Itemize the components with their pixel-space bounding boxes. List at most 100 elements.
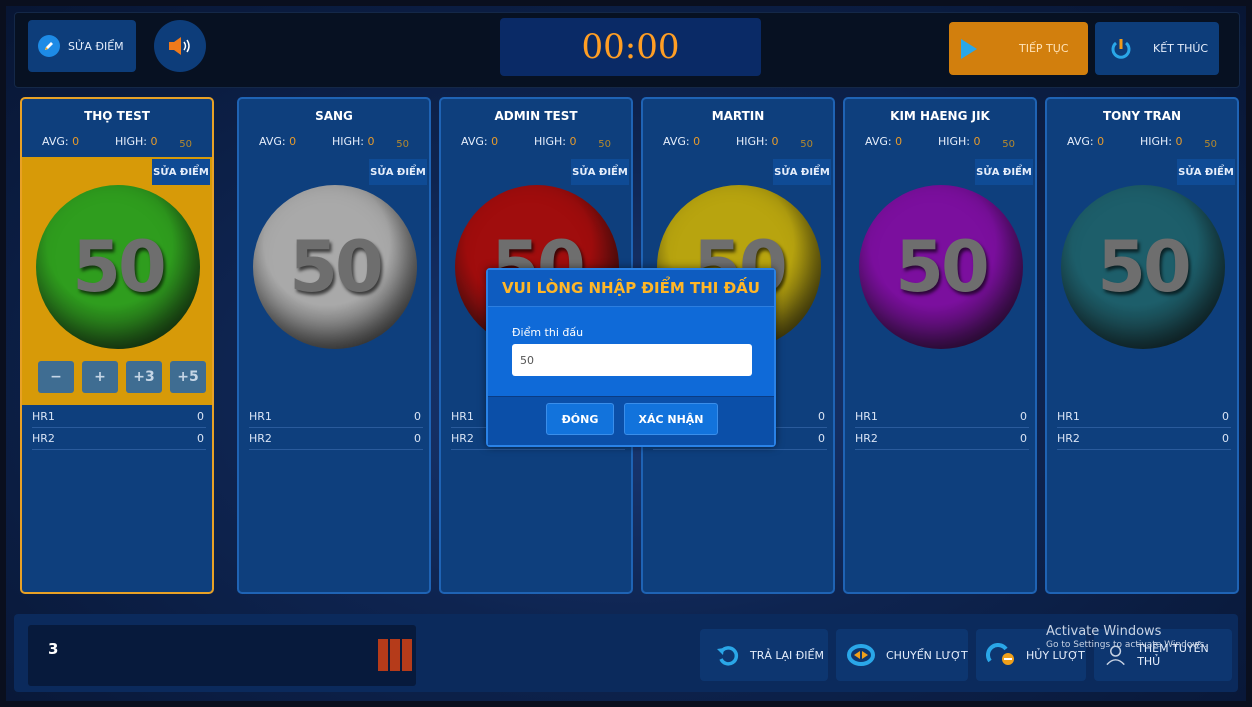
player-card[interactable]: THỌ TEST AVG: 0 HIGH: 0 50 SỬA ĐIỂM 50 −… — [20, 97, 214, 594]
hr-row: HR2 0 — [1057, 429, 1231, 450]
player-name: SANG — [315, 109, 353, 123]
dialog-title: VUI LÒNG NHẬP ĐIỂM THI ĐẤU — [488, 270, 774, 307]
avg-stat: AVG: 0 — [259, 135, 296, 148]
score-ball[interactable]: 50 — [253, 185, 417, 349]
high-label: HIGH: — [736, 135, 769, 148]
hr-row: HR2 0 — [855, 429, 1029, 450]
score-value: 50 — [289, 226, 383, 308]
hr-label: HR1 — [855, 410, 878, 423]
cancel-turn-icon — [986, 643, 1014, 665]
score-ball[interactable]: 50 — [1061, 185, 1225, 349]
high-value: 0 — [150, 135, 158, 148]
player-card[interactable]: TONY TRAN AVG: 0 HIGH: 0 50 SỬA ĐIỂM 50 … — [1045, 97, 1239, 594]
edit-player-score-button[interactable]: SỬA ĐIỂM — [975, 159, 1033, 185]
edit-player-score-button[interactable]: SỬA ĐIỂM — [571, 159, 629, 185]
avg-stat: AVG: 0 — [1067, 135, 1104, 148]
hr-label: HR2 — [32, 432, 55, 445]
edit-player-score-button[interactable]: SỬA ĐIỂM — [1177, 159, 1235, 185]
plus-button[interactable]: + — [82, 361, 118, 393]
hr-value: 0 — [818, 410, 825, 423]
score-input[interactable] — [512, 344, 752, 376]
high-stat: HIGH: 0 — [938, 135, 981, 148]
activate-windows-title: Activate Windows — [1046, 624, 1162, 639]
hr-value: 0 — [818, 432, 825, 445]
hr-value: 0 — [197, 432, 204, 445]
hr-value: 0 — [1020, 432, 1027, 445]
switch-turn-button[interactable]: CHUYỂN LƯỢT — [836, 629, 968, 681]
end-match-label: KẾT THÚC — [1153, 42, 1209, 55]
activate-windows-subtitle: Go to Settings to activate Windows. — [1046, 640, 1208, 650]
high-value: 0 — [569, 135, 577, 148]
avg-label: AVG: — [1067, 135, 1094, 148]
turn-count: 3 — [48, 640, 59, 658]
high-stat: HIGH: 0 — [736, 135, 779, 148]
edit-player-score-button[interactable]: SỬA ĐIỂM — [369, 159, 427, 185]
score-field-label: Điểm thi đấu — [512, 326, 584, 339]
play-icon — [961, 38, 977, 59]
switch-turn-label: CHUYỂN LƯỢT — [886, 648, 968, 662]
high-stat: HIGH: 0 — [115, 135, 158, 148]
player-card[interactable]: KIM HAENG JIK AVG: 0 HIGH: 0 50 SỬA ĐIỂM… — [843, 97, 1037, 594]
undo-score-button[interactable]: TRẢ LẠI ĐIỂM — [700, 629, 828, 681]
speaker-icon — [169, 37, 190, 55]
target-score: 50 — [1002, 139, 1015, 150]
edit-player-score-button[interactable]: SỬA ĐIỂM — [152, 159, 210, 185]
hr-row: HR1 0 — [249, 407, 423, 428]
player-name: MARTIN — [711, 109, 765, 123]
player-card[interactable]: SANG AVG: 0 HIGH: 0 50 SỬA ĐIỂM 50 HR1 0… — [237, 97, 431, 594]
avg-value: 0 — [72, 135, 80, 148]
score-ball[interactable]: 50 — [859, 185, 1023, 349]
power-icon — [1111, 38, 1131, 59]
edit-player-score-button[interactable]: SỬA ĐIỂM — [773, 159, 831, 185]
hr-value: 0 — [1222, 432, 1229, 445]
plus-three-button[interactable]: +3 — [126, 361, 162, 393]
hr-label: HR2 — [855, 432, 878, 445]
hr-label: HR1 — [249, 410, 272, 423]
edit-score-button[interactable]: SỬA ĐIỂM — [28, 20, 136, 72]
cancel-turn-label: HỦY LƯỢT — [1026, 648, 1085, 662]
play-area: SỬA ĐIỂM 50 — [845, 157, 1035, 405]
high-value: 0 — [1175, 135, 1183, 148]
dialog-footer: ĐÓNG XÁC NHẬN — [488, 396, 774, 445]
continue-button[interactable]: TIẾP TỤC — [949, 22, 1088, 75]
hr-label: HR2 — [249, 432, 272, 445]
avg-value: 0 — [1097, 135, 1105, 148]
avg-value: 0 — [289, 135, 297, 148]
player-name: KIM HAENG JIK — [890, 109, 990, 123]
high-label: HIGH: — [115, 135, 148, 148]
avg-value: 0 — [491, 135, 499, 148]
avg-stat: AVG: 0 — [461, 135, 498, 148]
hr-label: HR1 — [1057, 410, 1080, 423]
minus-button[interactable]: − — [38, 361, 74, 393]
hr-value: 0 — [1222, 410, 1229, 423]
sound-button[interactable] — [154, 20, 206, 72]
close-button[interactable]: ĐÓNG — [546, 403, 614, 435]
avg-value: 0 — [895, 135, 903, 148]
high-value: 0 — [367, 135, 375, 148]
turn-indicator — [378, 639, 412, 671]
match-timer: 00:00 — [500, 18, 761, 76]
confirm-button[interactable]: XÁC NHẬN — [624, 403, 718, 435]
high-label: HIGH: — [1140, 135, 1173, 148]
avg-label: AVG: — [42, 135, 69, 148]
end-match-button[interactable]: KẾT THÚC — [1095, 22, 1219, 75]
hr-row: HR1 0 — [1057, 407, 1231, 428]
plus-five-button[interactable]: +5 — [170, 361, 206, 393]
high-value: 0 — [771, 135, 779, 148]
avg-value: 0 — [693, 135, 701, 148]
target-score: 50 — [396, 139, 409, 150]
score-adjust-group: − + +3 +5 — [38, 361, 206, 393]
play-area: SỬA ĐIỂM 50 — [239, 157, 429, 405]
high-value: 0 — [973, 135, 981, 148]
score-ball[interactable]: 50 — [36, 185, 200, 349]
play-area: SỬA ĐIỂM 50 − + +3 +5 — [22, 157, 212, 405]
avg-stat: AVG: 0 — [42, 135, 79, 148]
play-area: SỬA ĐIỂM 50 — [1047, 157, 1237, 405]
high-label: HIGH: — [332, 135, 365, 148]
hr-value: 0 — [197, 410, 204, 423]
score-value: 50 — [1097, 226, 1191, 308]
player-name: ADMIN TEST — [494, 109, 578, 123]
score-dialog: VUI LÒNG NHẬP ĐIỂM THI ĐẤU Điểm thi đấu … — [486, 268, 776, 447]
continue-label: TIẾP TỤC — [1019, 42, 1069, 55]
score-value: 50 — [72, 226, 166, 308]
